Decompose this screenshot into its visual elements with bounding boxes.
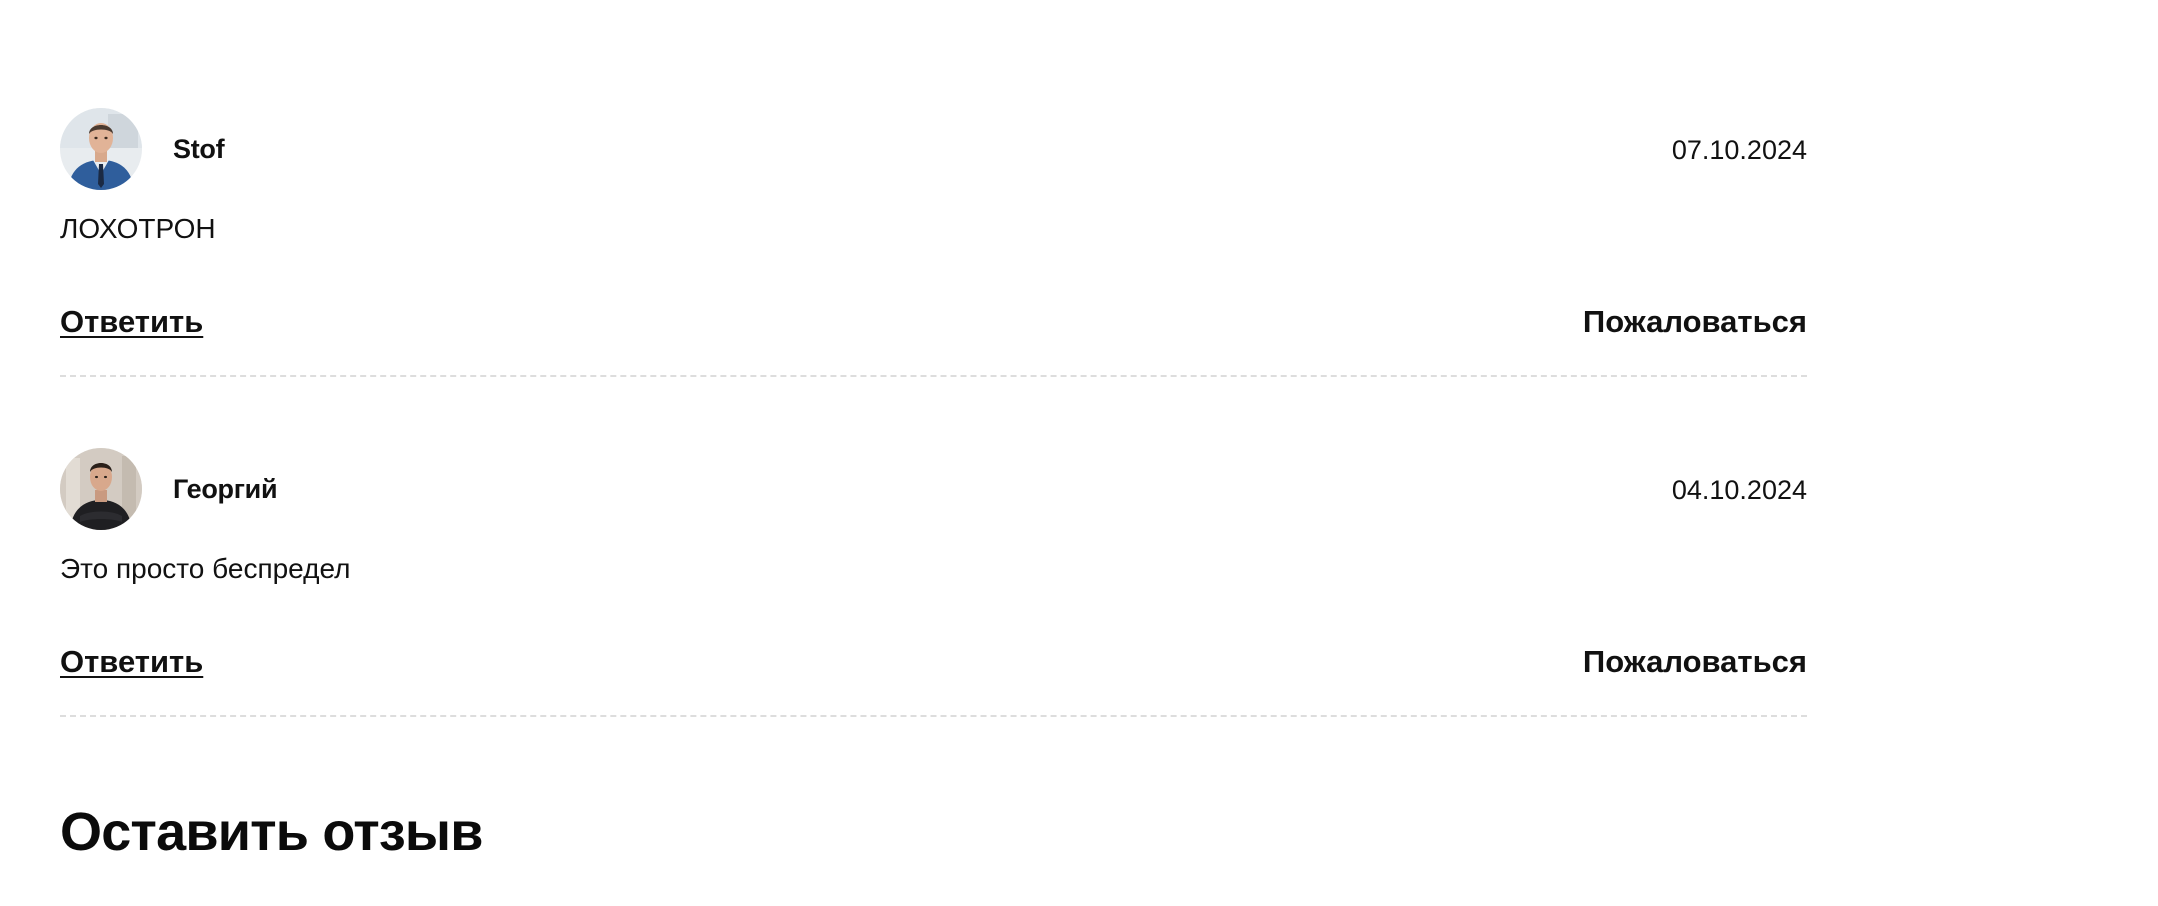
review-item: Stof 07.10.2024 ЛОХОТРОН Ответить Пожало…: [60, 108, 1807, 377]
review-text: Это просто беспредел: [60, 553, 351, 584]
review-divider: [60, 375, 1807, 377]
reply-link[interactable]: Ответить: [60, 304, 203, 340]
leave-review-title: Оставить отзыв: [60, 802, 483, 862]
reply-link[interactable]: Ответить: [60, 644, 203, 680]
review-author: Георгий: [173, 474, 278, 504]
user-photo-avatar-icon: [60, 448, 142, 530]
reviews-page: Stof 07.10.2024 ЛОХОТРОН Ответить Пожало…: [0, 0, 2158, 906]
review-author: Stof: [173, 134, 225, 164]
avatar: [60, 448, 142, 530]
review-text: ЛОХОТРОН: [60, 213, 216, 244]
complain-link[interactable]: Пожаловаться: [1583, 644, 1807, 680]
review-header: Георгий 04.10.2024: [60, 448, 1807, 530]
review-item: Георгий 04.10.2024 Это просто беспредел …: [60, 448, 1807, 717]
review-header: Stof 07.10.2024: [60, 108, 1807, 190]
review-divider: [60, 715, 1807, 717]
avatar: [60, 108, 142, 190]
review-date: 07.10.2024: [1671, 135, 1807, 165]
complain-link[interactable]: Пожаловаться: [1583, 304, 1807, 340]
user-photo-avatar-icon: [60, 108, 142, 190]
review-date: 04.10.2024: [1671, 475, 1807, 505]
